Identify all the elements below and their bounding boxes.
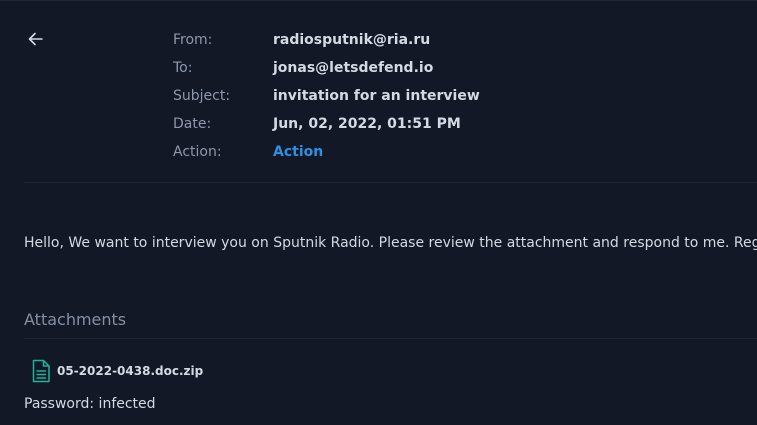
attachments-heading: Attachments [24, 310, 127, 329]
attachment-name: 05-2022-0438.doc.zip [57, 364, 204, 378]
file-document-icon [32, 359, 50, 383]
top-border [0, 0, 757, 1]
attachment-item[interactable]: 05-2022-0438.doc.zip [31, 359, 203, 383]
date-label: Date: [173, 116, 212, 132]
arrow-left-icon [28, 32, 43, 46]
back-button[interactable] [26, 29, 46, 49]
from-label: From: [173, 32, 213, 48]
email-body: Hello, We want to interview you on Sputn… [24, 235, 757, 251]
subject-label: Subject: [173, 88, 231, 104]
to-value: jonas@letsdefend.io [273, 60, 434, 76]
header-divider [24, 182, 757, 183]
action-label: Action: [173, 144, 222, 160]
subject-value: invitation for an interview [273, 88, 480, 104]
action-link[interactable]: Action [273, 144, 323, 160]
to-label: To: [173, 60, 193, 76]
from-value: radiosputnik@ria.ru [273, 32, 431, 48]
attachment-password: Password: infected [24, 396, 156, 412]
date-value: Jun, 02, 2022, 01:51 PM [273, 116, 461, 132]
attachments-divider [24, 338, 757, 339]
